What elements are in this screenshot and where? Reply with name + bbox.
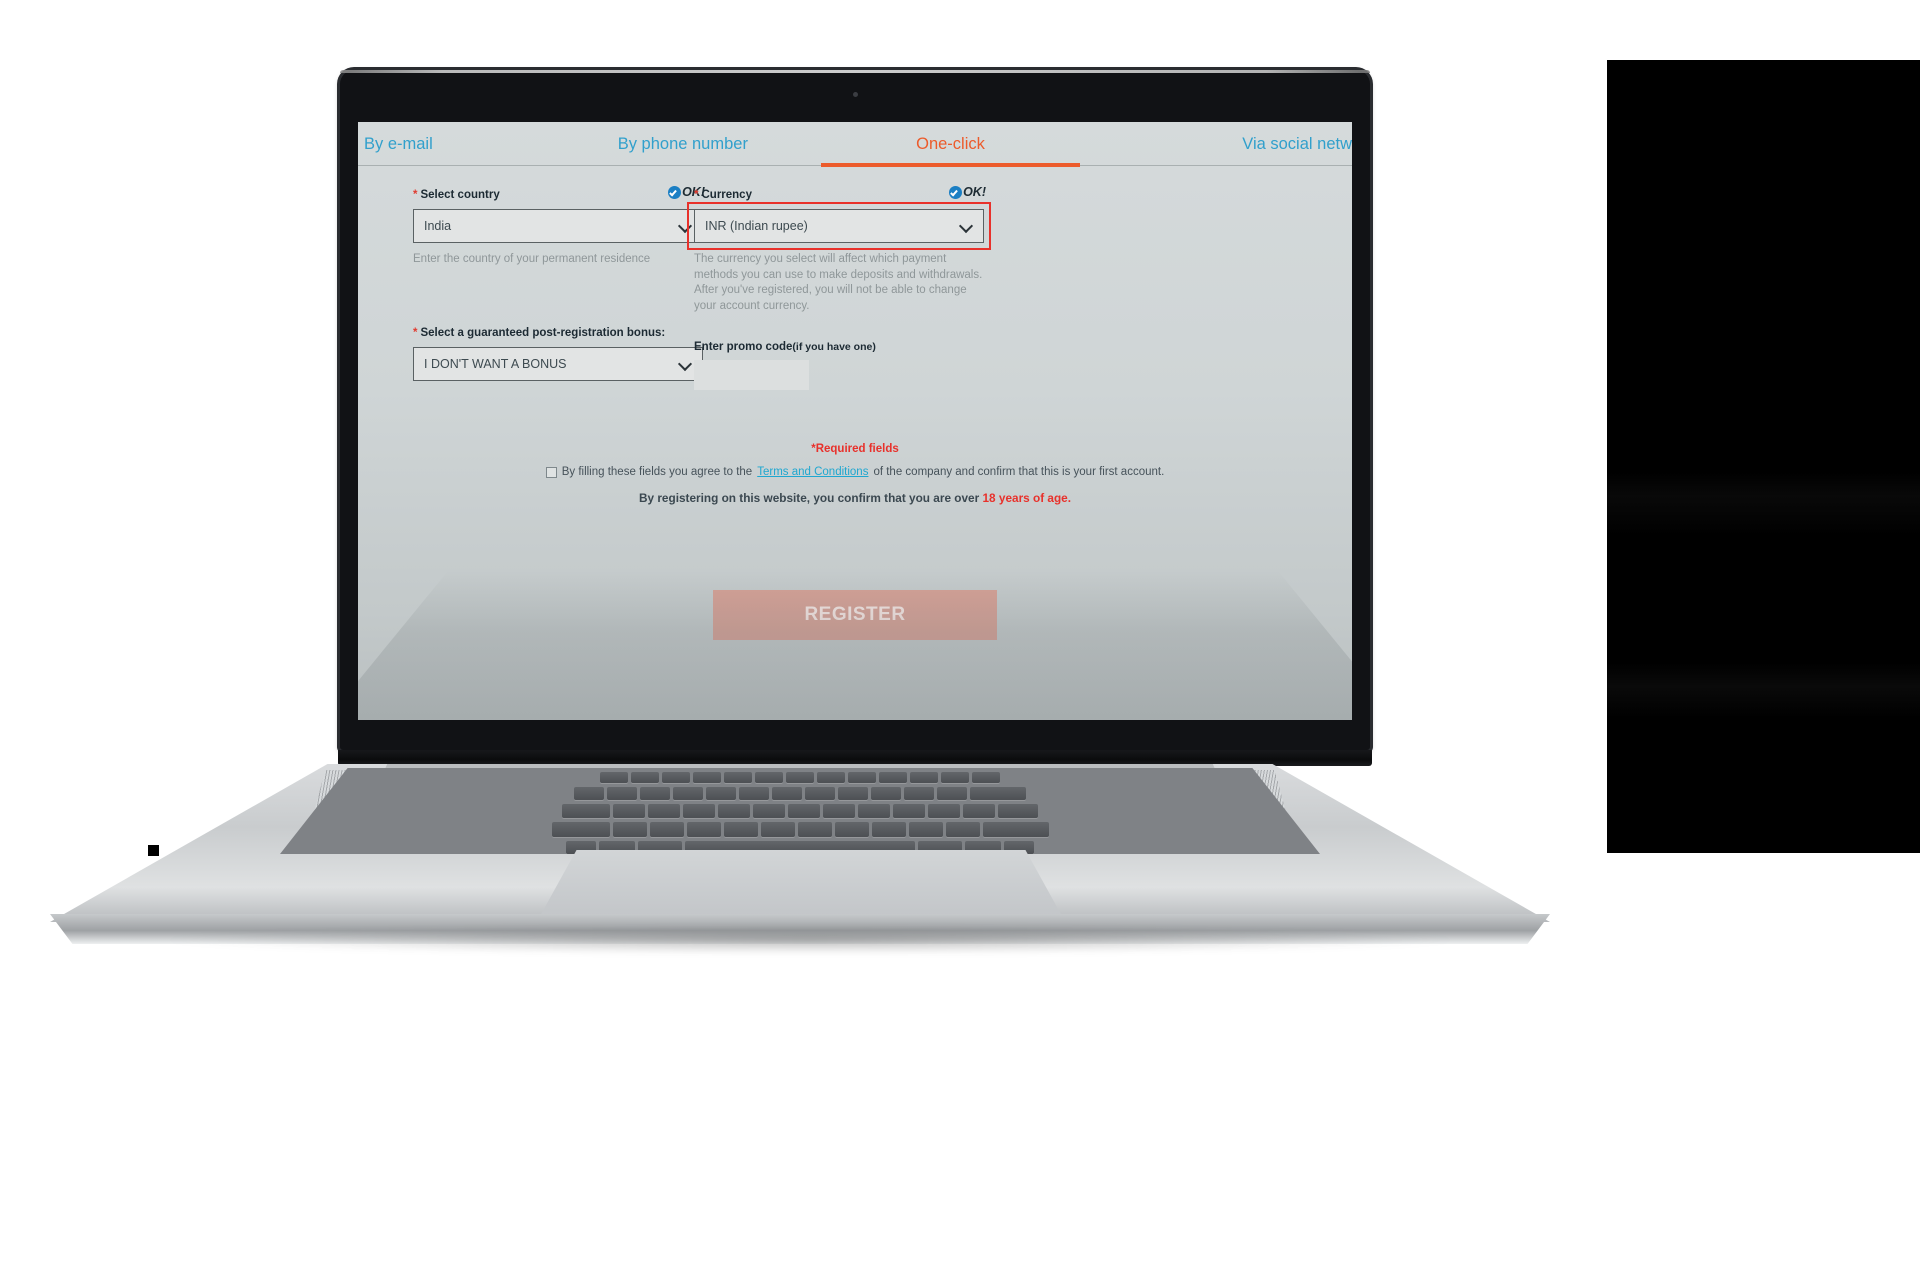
bonus-label-text: Select a guaranteed post-registration bo… (420, 326, 666, 339)
tab-via-social-network[interactable]: Via social netw (1084, 122, 1352, 166)
country-select-wrap: India (413, 209, 703, 243)
terms-and-conditions-link[interactable]: Terms and Conditions (757, 466, 868, 478)
check-circle-icon (668, 186, 682, 199)
laptop-lid: By e-mail By phone number One-click Via … (340, 70, 1370, 750)
promo-field-group: Enter promo code(if you have one) (694, 341, 984, 390)
age-text: By registering on this website, you conf… (638, 491, 980, 505)
bonus-field-group: * Select a guaranteed post-registration b… (413, 326, 703, 381)
terms-checkbox[interactable] (545, 466, 557, 478)
keyboard (280, 768, 1320, 854)
laptop-shadow (170, 926, 1450, 954)
form-column-right: * Currency OK! INR (Indian rupee) The cu… (687, 166, 991, 390)
country-select[interactable]: India (413, 209, 703, 243)
laptop-mockup: By e-mail By phone number One-click Via … (50, 58, 1920, 1138)
terms-agreement-row: By filling these fields you agree to the… (358, 466, 1352, 478)
currency-label: * Currency OK! (694, 185, 986, 203)
tab-one-click[interactable]: One-click (817, 122, 1085, 167)
country-label: * Select country OK! (413, 185, 705, 203)
currency-ok-badge: OK! (949, 185, 986, 200)
agree-text-after: of the company and confirm that this is … (873, 466, 1165, 478)
trackpad (540, 850, 1062, 916)
required-asterisk: * (413, 326, 418, 339)
required-asterisk: * (413, 189, 418, 201)
currency-select[interactable]: INR (Indian rupee) (694, 209, 984, 243)
required-asterisk: * (694, 189, 699, 201)
promo-code-input[interactable] (694, 360, 809, 390)
bonus-label: * Select a guaranteed post-registration b… (413, 326, 703, 341)
age-text-red: 18 years of age. (982, 491, 1072, 505)
country-field-group: * Select country OK! India Enter the cou… (413, 185, 705, 268)
tab-by-phone-number[interactable]: By phone number (549, 122, 817, 166)
currency-select-wrap: INR (Indian rupee) (687, 202, 991, 250)
currency-field-group: * Currency OK! INR (Indian rupee) The cu… (687, 185, 991, 314)
form-column-left: * Select country OK! India Enter the cou… (413, 166, 705, 381)
required-fields-note: *Required fields (811, 443, 899, 455)
bonus-select-wrap: I DON'T WANT A BONUS (413, 346, 703, 381)
webcam-icon (852, 92, 858, 97)
promo-label-main: Enter promo code (694, 341, 793, 353)
laptop-base (50, 764, 1550, 944)
currency-label-text: Currency (701, 189, 752, 201)
lid-top-edge (340, 70, 1370, 73)
registration-tabs: By e-mail By phone number One-click Via … (358, 122, 1352, 167)
promo-label: Enter promo code(if you have one) (694, 341, 984, 353)
age-confirmation-note: By registering on this website, you conf… (358, 491, 1352, 505)
currency-hint: The currency you select will affect whic… (694, 253, 983, 312)
register-button[interactable]: REGISTER (713, 590, 997, 640)
currency-ok-text: OK! (963, 185, 986, 199)
agree-text-before: By filling these fields you agree to the (561, 466, 753, 478)
bonus-select[interactable]: I DON'T WANT A BONUS (413, 346, 703, 381)
country-label-text: Select country (420, 189, 500, 201)
promo-label-sub: (if you have one) (792, 341, 876, 353)
tab-by-email[interactable]: By e-mail (358, 122, 549, 166)
browser-viewport: By e-mail By phone number One-click Via … (358, 122, 1352, 720)
country-hint: Enter the country of your permanent resi… (413, 253, 651, 265)
check-circle-icon (949, 186, 963, 199)
